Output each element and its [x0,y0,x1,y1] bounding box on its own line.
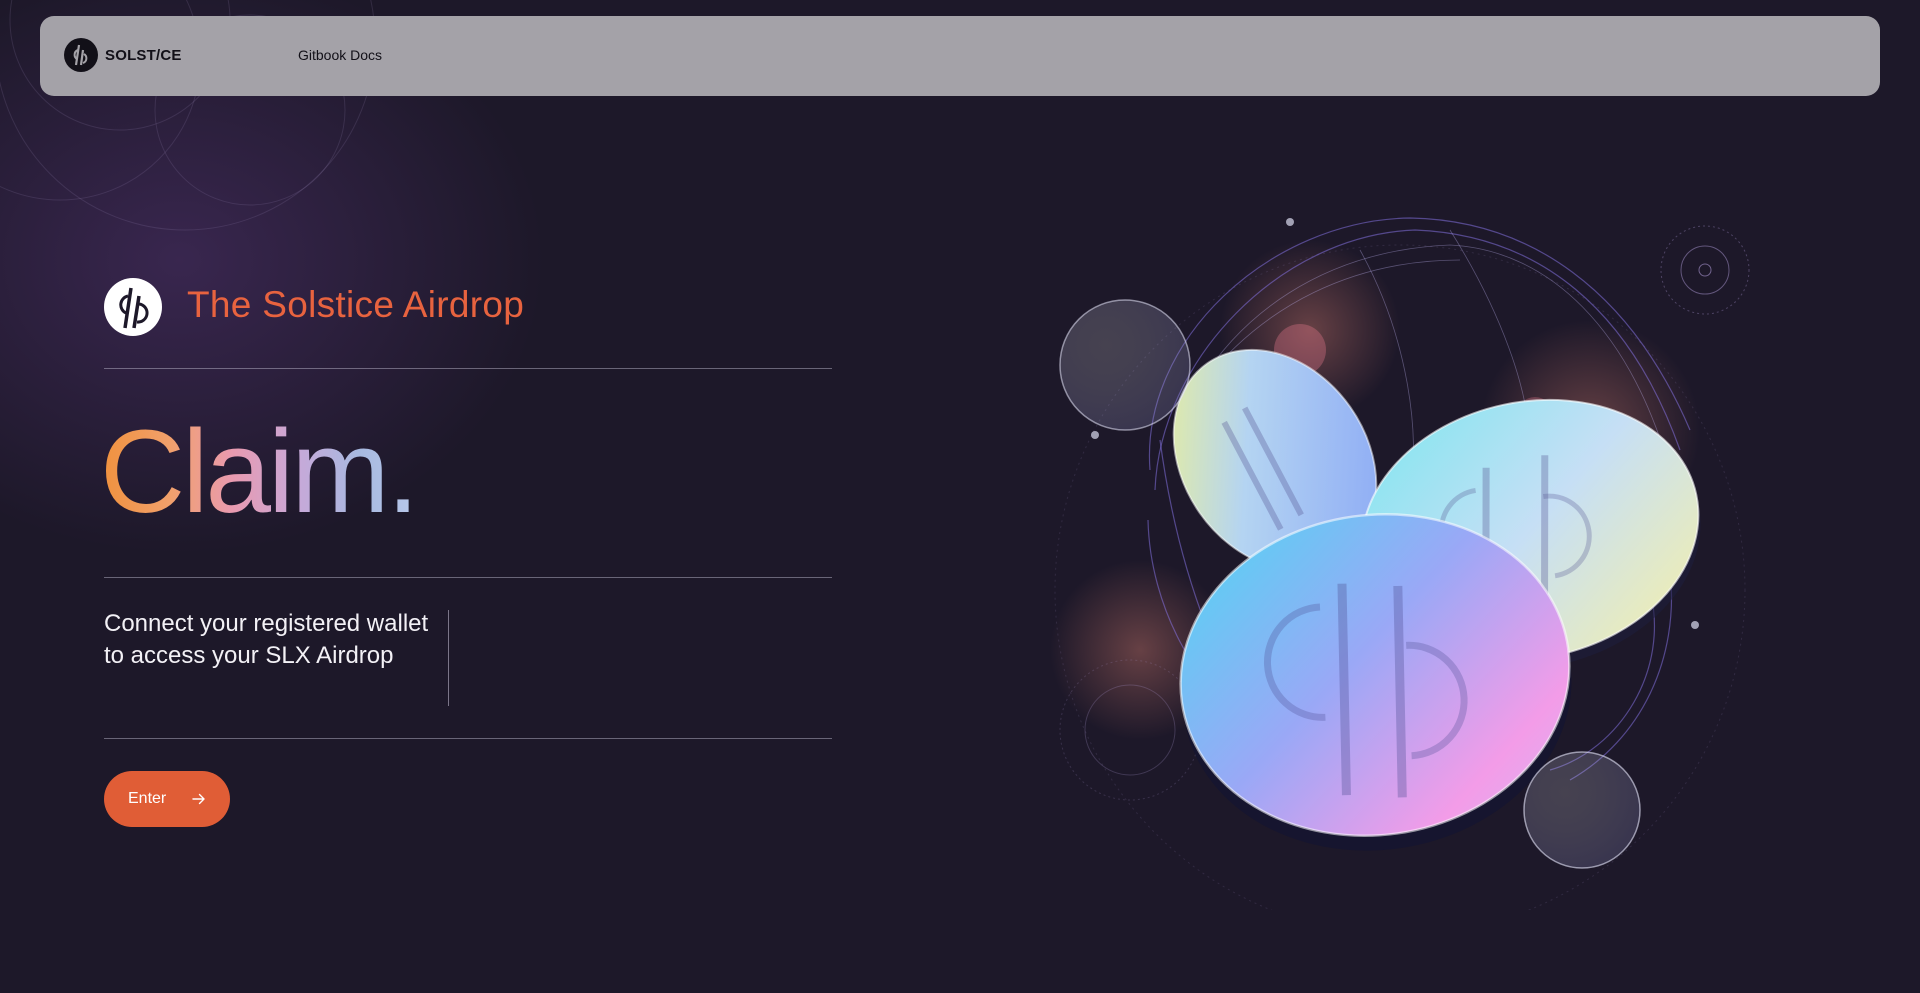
enter-button[interactable]: Enter [104,771,230,827]
brand-name: SOLST/CE [105,46,182,64]
airdrop-coins-illustration [1050,217,1750,910]
solstice-logo-icon [64,38,98,72]
description-text: Connect your registered wallet to access… [104,610,429,669]
divider [104,368,832,369]
airdrop-page: SOLST/CE Gitbook Docs The Solstice Airdr… [0,0,1920,993]
page-title: Claim. [100,402,419,542]
enter-button-label: Enter [128,790,167,807]
solstice-logo-icon [104,278,162,336]
divider [104,738,832,739]
divider [104,577,832,578]
gitbook-docs-link[interactable]: Gitbook Docs [298,47,382,63]
top-navbar: SOLST/CE Gitbook Docs [40,16,1880,96]
brand-home-link[interactable]: SOLST/CE [64,38,182,72]
vertical-divider [448,610,449,706]
page-subtitle: The Solstice Airdrop [187,284,525,325]
arrow-right-icon [192,793,205,805]
